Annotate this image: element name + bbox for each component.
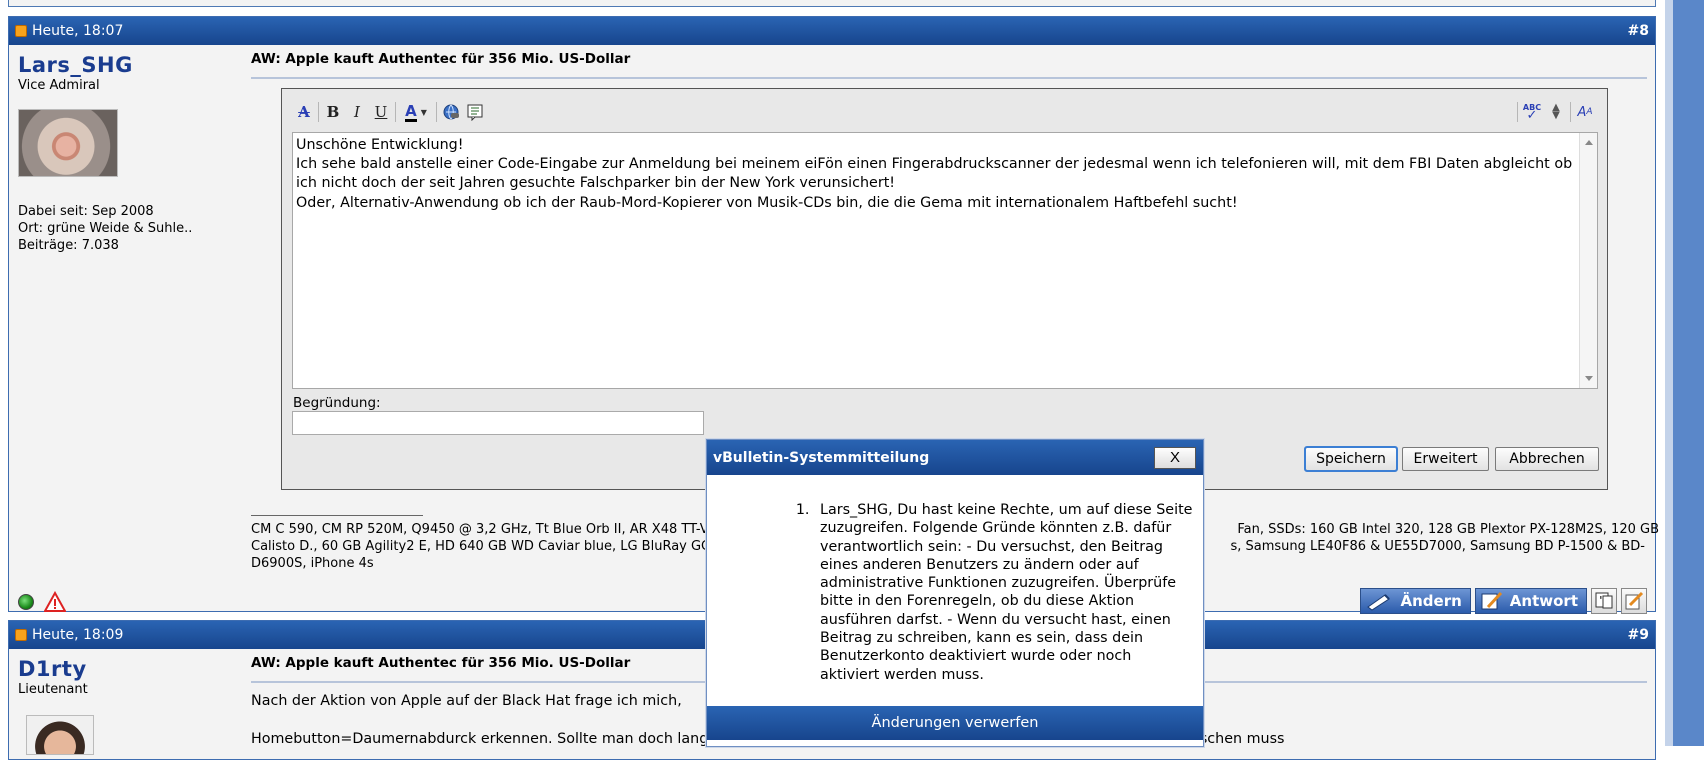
reply-icon (1481, 591, 1502, 610)
previous-post-bottom (8, 0, 1656, 7)
post-title: AW: Apple kauft Authentec für 356 Mio. U… (251, 655, 631, 671)
quote-icon[interactable] (463, 100, 487, 124)
bold-icon[interactable]: B (321, 100, 345, 124)
editor-toolbar: A B I U A ▼ ABC ✓ ▲ ▼ AA (292, 99, 1597, 125)
toolbar-separator (395, 102, 396, 122)
system-message-dialog: vBulletin-Systemmitteilung X Lars_SHG, D… (706, 439, 1204, 747)
dialog-body: Lars_SHG, Du hast keine Rechte, um auf d… (707, 501, 1203, 684)
editor-line: Oder, Alternativ-Anwendung ob ich der Ra… (296, 194, 1238, 211)
dialog-message: Lars_SHG, Du hast keine Rechte, um auf d… (814, 501, 1195, 684)
title-divider (251, 77, 1647, 79)
post-count: Beiträge: 7.038 (18, 238, 119, 253)
toolbar-right: ABC ✓ ▲ ▼ AA (1515, 100, 1597, 124)
user-title: Vice Admiral (18, 78, 100, 93)
discard-changes-button[interactable]: Änderungen verwerfen (707, 706, 1203, 740)
post-actions: Ändern Antwort " (1359, 588, 1647, 614)
multiquote-icon[interactable]: " (1591, 588, 1617, 614)
dialog-close-button[interactable]: X (1154, 446, 1196, 469)
textarea-scrollbar[interactable] (1579, 133, 1597, 388)
report-icon[interactable] (44, 591, 66, 613)
dialog-title: vBulletin-Systemmitteilung (713, 449, 930, 466)
edit-button-label: Ändern (1400, 592, 1462, 610)
advanced-button[interactable]: Erweitert (1402, 447, 1489, 471)
italic-icon[interactable]: I (345, 100, 369, 124)
resize-icon[interactable]: ▲ ▼ (1544, 100, 1568, 124)
scroll-up-icon[interactable] (1585, 140, 1593, 145)
avatar[interactable] (26, 715, 94, 755)
signature-divider (251, 515, 423, 516)
avatar[interactable] (18, 109, 118, 177)
edit-icon (1366, 594, 1390, 611)
post-title: AW: Apple kauft Authentec für 356 Mio. U… (251, 51, 631, 67)
reply-button[interactable]: Antwort (1474, 588, 1587, 614)
quick-reply-icon[interactable] (1621, 588, 1647, 614)
page-right-margin (1665, 0, 1704, 746)
signature-text: s, Samsung LE40F86 & UE55D7000, Samsung … (1230, 539, 1645, 554)
username-link[interactable]: D1rty (18, 657, 236, 681)
font-color-icon[interactable]: A ▼ (398, 100, 434, 124)
post-date: Heute, 18:07 (32, 23, 124, 39)
post-text-line: Nach der Aktion von Apple auf der Black … (251, 693, 682, 709)
save-button[interactable]: Speichern (1304, 446, 1398, 472)
post-status-icon (15, 629, 27, 641)
post-number-link[interactable]: #9 (1628, 627, 1649, 643)
switch-editor-icon[interactable]: AA (1573, 100, 1597, 124)
signature-text: Fan, SSDs: 160 GB Intel 320, 128 GB Plex… (1237, 522, 1659, 537)
signature-text: CM C 590, CM RP 520M, Q9450 @ 3,2 GHz, T… (251, 522, 709, 537)
toolbar-separator (1517, 102, 1518, 122)
editor-line: Ich sehe bald anstelle einer Code-Eingab… (296, 156, 1573, 192)
username-link[interactable]: Lars_SHG (18, 53, 236, 77)
reply-button-label: Antwort (1509, 592, 1578, 610)
user-title: Lieutenant (18, 682, 88, 697)
cancel-button[interactable]: Abbrechen (1495, 447, 1599, 471)
dialog-header: vBulletin-Systemmitteilung X (707, 440, 1203, 475)
post-date: Heute, 18:09 (32, 627, 124, 643)
quick-edit-editor: A B I U A ▼ ABC ✓ ▲ ▼ AA Unschöne Entwic… (281, 88, 1608, 490)
post-number-link[interactable]: #8 (1628, 23, 1649, 39)
reason-label: Begründung: (293, 395, 381, 411)
signature-text: Calisto D., 60 GB Agility2 E, HD 640 GB … (251, 539, 712, 554)
scroll-down-icon[interactable] (1585, 376, 1593, 381)
post-status-icon (15, 25, 27, 37)
remove-format-icon[interactable]: A (292, 100, 316, 124)
dialog-message-list: Lars_SHG, Du hast keine Rechte, um auf d… (707, 501, 1195, 684)
underline-icon[interactable]: U (369, 100, 393, 124)
spellcheck-icon[interactable]: ABC ✓ (1520, 100, 1544, 124)
online-status-icon (18, 594, 34, 610)
edit-button[interactable]: Ändern (1359, 588, 1471, 614)
page-right-margin-inner (1665, 0, 1673, 746)
user-stats: Dabei seit: Sep 2008 Ort: grüne Weide & … (18, 203, 236, 254)
join-date: Dabei seit: Sep 2008 (18, 204, 154, 219)
message-textarea[interactable]: Unschöne Entwicklung! Ich sehe bald anst… (292, 132, 1598, 389)
user-info: Lars_SHG Vice Admiral Dabei seit: Sep 20… (9, 45, 245, 613)
toolbar-separator (436, 102, 437, 122)
toolbar-separator (318, 102, 319, 122)
user-info: D1rty Lieutenant (9, 649, 245, 759)
reason-input[interactable] (292, 411, 704, 435)
editor-line: Unschöne Entwicklung! (296, 137, 464, 153)
post-header: Heute, 18:07 #8 (9, 17, 1655, 45)
user-location: Ort: grüne Weide & Suhle.. (18, 221, 193, 236)
toolbar-separator (1570, 102, 1571, 122)
link-icon[interactable] (439, 100, 463, 124)
